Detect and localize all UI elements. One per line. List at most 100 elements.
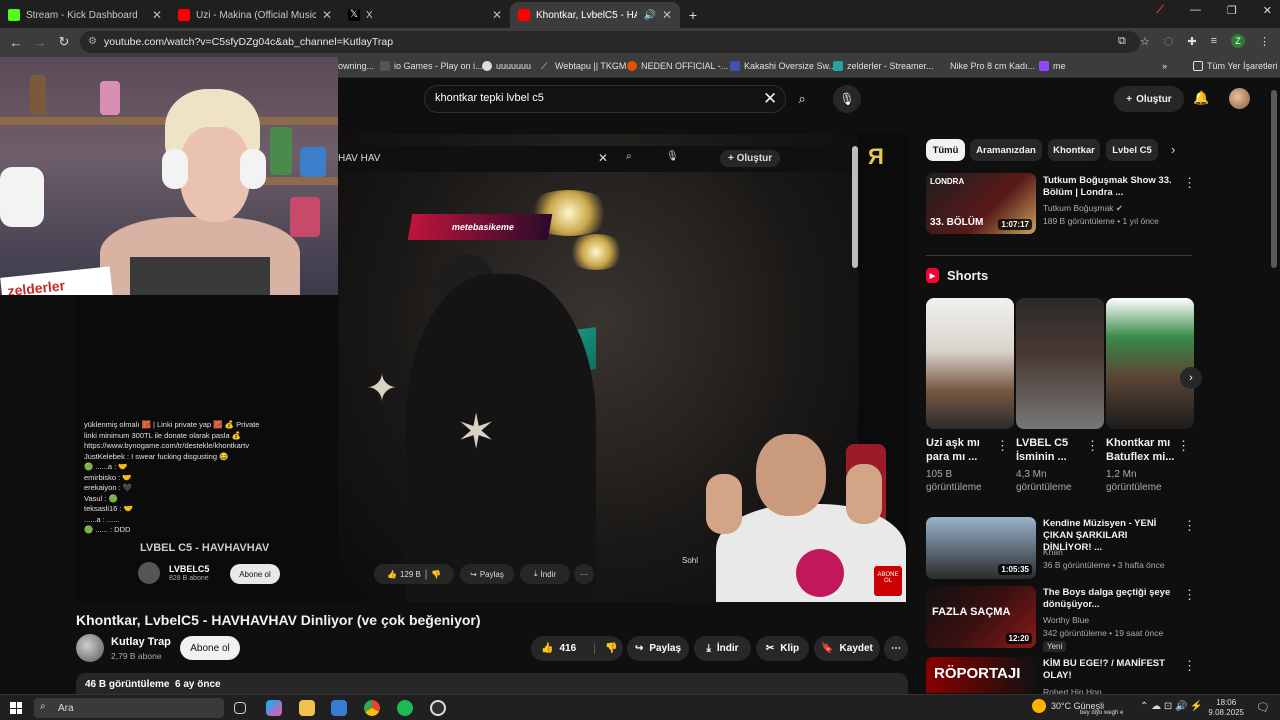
clock[interactable]: 18:06 9.08.2025 (1208, 698, 1244, 718)
tab-uzi-makina[interactable]: Uzi - Makina (Official Music Vid ✕ (170, 2, 340, 28)
obs-icon[interactable] (430, 700, 446, 716)
puzzle-icon[interactable]: ✚ (1187, 35, 1196, 48)
more-vert-icon[interactable]: ⋮ (1183, 175, 1196, 191)
taskbar-search[interactable]: ⌕ Ara (34, 698, 224, 718)
close-tab-icon[interactable]: ✕ (322, 8, 332, 22)
store-icon[interactable] (331, 700, 347, 716)
now-playing: bey diyo wegh e (1080, 710, 1124, 716)
chevron-right-icon[interactable]: › (1180, 367, 1202, 389)
url-field[interactable]: ⚙ youtube.com/watch?v=C5sfyDZg04c&ab_cha… (80, 31, 1140, 53)
close-tab-icon[interactable]: ✕ (662, 8, 672, 22)
chip-lvbel-c5[interactable]: Lvbel C5 (1106, 139, 1158, 161)
tab-x[interactable]: 𝕏 X ✕ (340, 2, 510, 28)
related-title[interactable]: The Boys dalga geçtiği şeye dönüşüyor... (1043, 587, 1178, 611)
share-button[interactable]: ↪ Paylaş (627, 636, 689, 661)
related-thumbnail[interactable]: LONDRA 33. BÖLÜM 1:07:17 (926, 173, 1036, 234)
menu-icon[interactable]: ⋮ (1259, 35, 1270, 48)
restore-icon[interactable]: ❐ (1227, 4, 1237, 17)
file-explorer-icon[interactable] (299, 700, 315, 716)
bookmark-item[interactable]: io Games - Play on i... (380, 61, 483, 71)
bookmark-item[interactable]: ⟋ Webtapu || TKGM (541, 61, 626, 71)
reload-icon[interactable]: ↻ (52, 34, 76, 50)
plush-toy (0, 167, 44, 227)
tab-khontkar-video[interactable]: Khontkar, LvbelC5 - HAVHA 🔊 ✕ (510, 2, 680, 28)
more-bookmarks-icon[interactable]: » (1162, 61, 1167, 71)
microphone-icon[interactable]: 🎙 (833, 85, 861, 113)
github-icon (482, 61, 492, 71)
more-vert-icon[interactable]: ⋮ (1183, 658, 1196, 674)
site-info-icon[interactable]: ⚙ (88, 36, 97, 47)
related-thumbnail[interactable]: 1:05:35 (926, 517, 1036, 579)
speaker-icon[interactable]: 🔊 (643, 10, 655, 21)
bookmark-item[interactable]: owning... (338, 61, 374, 71)
forward-icon[interactable]: → (28, 35, 52, 50)
create-button[interactable]: + Oluştur (1114, 86, 1184, 112)
short-title[interactable]: Khontkar mı Batuflex mi... (1106, 436, 1176, 464)
like-button[interactable]: 👍 416 👎 (531, 636, 623, 661)
search-input[interactable]: khontkar tepki lvbel c5 (424, 85, 786, 113)
related-title[interactable]: Tutkum Boğuşmak Show 33. Bölüm | Londra … (1043, 175, 1173, 199)
clear-search-icon[interactable]: ✕ (763, 90, 777, 107)
chevron-right-icon[interactable]: › (1171, 142, 1175, 157)
bookmark-item[interactable]: zelderler - Streamer... (833, 61, 934, 71)
like-icon: 👍 (386, 569, 397, 579)
spotify-icon[interactable] (397, 700, 413, 716)
bookmark-star-icon[interactable]: ☆ (1140, 35, 1150, 48)
chat-message: Vasul : 🟢 (84, 493, 118, 503)
bookmark-item[interactable]: Nike Pro 8 cm Kadı... (950, 61, 1035, 71)
channel-avatar[interactable] (76, 634, 104, 662)
dislike-icon[interactable]: 👎 (594, 643, 618, 654)
related-thumbnail[interactable]: RÖPORTAJI (926, 657, 1036, 693)
related-thumbnail[interactable]: FAZLA SAÇMA 12:20 (926, 586, 1036, 648)
related-title[interactable]: KİM BU EGE!? / MANİFEST OLAY! (1043, 658, 1173, 682)
close-tab-icon[interactable]: ✕ (152, 8, 162, 22)
chrome-icon[interactable] (364, 700, 380, 716)
profile-avatar[interactable]: Z (1231, 34, 1245, 48)
notifications-bell-icon[interactable]: 🔔 (1193, 90, 1209, 106)
more-actions-button[interactable]: ⋯ (884, 636, 908, 661)
inner-search-icon: ⌕ (626, 151, 632, 162)
close-window-icon[interactable]: ✕ (1263, 4, 1272, 17)
close-tab-icon[interactable]: ✕ (492, 8, 502, 22)
minimize-icon[interactable]: — (1190, 4, 1201, 17)
short-thumbnail[interactable] (1106, 298, 1194, 429)
copilot-icon[interactable] (266, 700, 282, 716)
chip-khontkar[interactable]: Khontkar (1048, 139, 1100, 161)
tab-kick-dashboard[interactable]: Stream - Kick Dashboard ✕ (0, 2, 170, 28)
more-vert-icon[interactable]: ⋮ (996, 438, 1009, 454)
streamer-hand (846, 464, 882, 524)
related-title[interactable]: Kendine Müzisyen - YENİ ÇIKAN ŞARKILARI … (1043, 518, 1178, 554)
media-icon[interactable]: ≡ (1211, 35, 1217, 47)
all-bookmarks[interactable]: Tüm Yer İşaretleri (1193, 61, 1278, 71)
chip-all[interactable]: Tümü (926, 139, 965, 161)
notification-icon[interactable]: 🗨 (1256, 701, 1270, 714)
chip-from-search[interactable]: Aramanızdan (970, 139, 1042, 161)
new-tab-button[interactable]: + (680, 2, 706, 28)
channel-name[interactable]: Kutlay Trap (111, 636, 171, 648)
extension-icon[interactable]: ⬡ (1164, 35, 1174, 48)
short-thumbnail[interactable] (926, 298, 1014, 429)
avatar[interactable] (1229, 88, 1250, 109)
bookmark-item[interactable]: me (1039, 61, 1066, 71)
bookmark-item[interactable]: NEDEN OFFICIAL -... (627, 61, 728, 71)
download-button[interactable]: ⤓ İndir (694, 636, 751, 661)
windows-start-icon[interactable] (10, 702, 22, 714)
search-icon[interactable]: ⌕ (787, 85, 817, 113)
save-button[interactable]: 🔖 Kaydet (814, 636, 880, 661)
more-vert-icon[interactable]: ⋮ (1086, 438, 1099, 454)
bookmark-item[interactable]: uuuuuuu (482, 61, 531, 71)
subscribe-button[interactable]: Abone ol (180, 636, 240, 660)
short-title[interactable]: Uzi aşk mı para mı ... (926, 436, 992, 464)
page-scrollbar[interactable] (1271, 90, 1277, 268)
short-title[interactable]: LVBEL C5 İsminin ... (1016, 436, 1082, 464)
task-view-icon[interactable] (234, 702, 246, 714)
cast-icon[interactable]: ⧉ (1118, 35, 1126, 48)
more-vert-icon[interactable]: ⋮ (1183, 518, 1196, 534)
tray-icons[interactable]: ⌃ ☁ ⊡ 🔊 ⚡ (1140, 701, 1203, 712)
short-thumbnail[interactable] (1016, 298, 1104, 429)
clip-button[interactable]: ✂ Klip (756, 636, 809, 661)
more-vert-icon[interactable]: ⋮ (1183, 587, 1196, 603)
back-icon[interactable]: ← (4, 35, 28, 50)
more-vert-icon[interactable]: ⋮ (1177, 438, 1190, 454)
bookmark-item[interactable]: Kakashi Oversize Sw... (730, 61, 836, 71)
